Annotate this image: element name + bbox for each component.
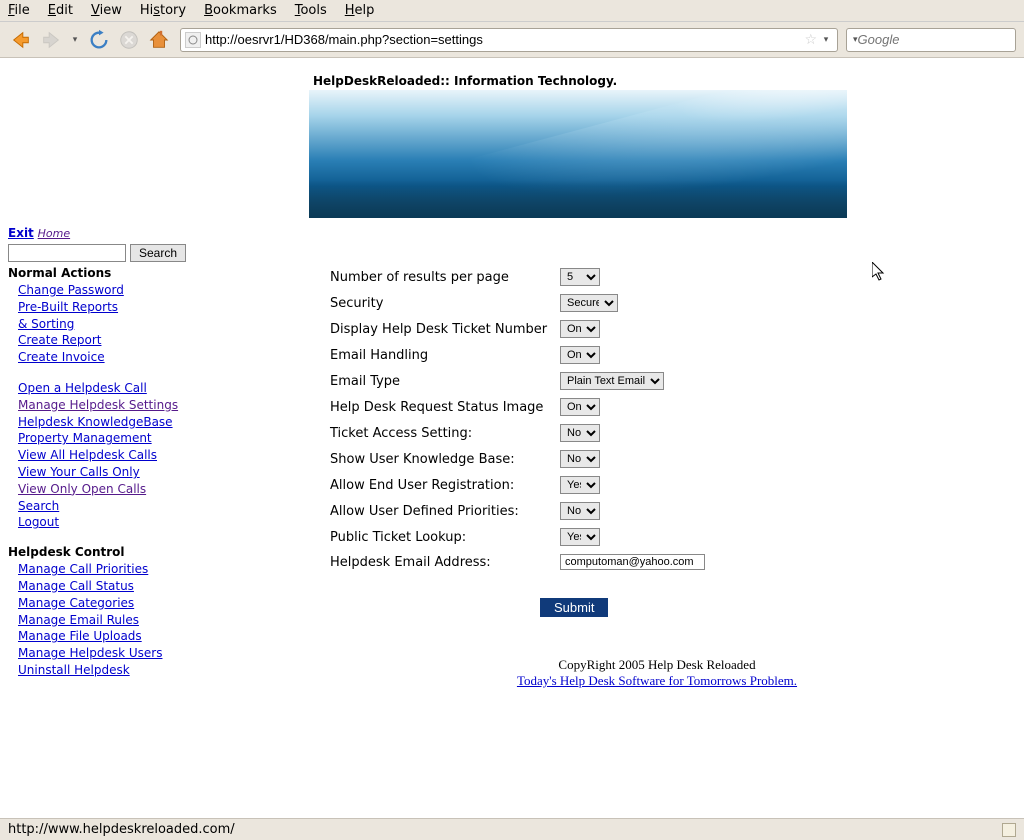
settings-row: Public Ticket Lookup:Yes: [330, 528, 984, 546]
setting-label: Show User Knowledge Base:: [330, 452, 560, 467]
sidebar-link[interactable]: Manage Email Rules: [18, 612, 192, 629]
menu-bookmarks[interactable]: Bookmarks: [204, 3, 277, 18]
section-helpdesk-control: Helpdesk Control: [8, 545, 192, 559]
menu-edit[interactable]: Edit: [48, 3, 73, 18]
sidebar-link[interactable]: Property Management: [18, 430, 192, 447]
sidebar-link[interactable]: Pre-Built Reports: [18, 299, 192, 316]
stop-button[interactable]: [116, 27, 142, 53]
setting-label: Help Desk Request Status Image: [330, 400, 560, 415]
setting-select[interactable]: Secure: [560, 294, 618, 312]
settings-row: Display Help Desk Ticket NumberOn: [330, 320, 984, 338]
banner-image: [309, 90, 847, 218]
setting-select[interactable]: Yes: [560, 528, 600, 546]
menu-history[interactable]: History: [140, 3, 186, 18]
setting-select[interactable]: Yes: [560, 476, 600, 494]
setting-select[interactable]: 5: [560, 268, 600, 286]
sidebar-search-input[interactable]: [8, 244, 126, 262]
sidebar-link[interactable]: & Sorting: [18, 316, 192, 333]
settings-row: Email TypePlain Text Email: [330, 372, 984, 390]
browser-search-input[interactable]: [858, 32, 1024, 47]
status-bar: http://www.helpdeskreloaded.com/: [0, 818, 1024, 840]
setting-label: Number of results per page: [330, 270, 560, 285]
sidebar-link[interactable]: Helpdesk KnowledgeBase: [18, 414, 192, 431]
settings-row: SecuritySecure: [330, 294, 984, 312]
url-bar[interactable]: ☆ ▾: [180, 28, 838, 52]
sidebar-link[interactable]: Uninstall Helpdesk: [18, 662, 192, 679]
setting-label: Ticket Access Setting:: [330, 426, 560, 441]
sidebar-link[interactable]: Open a Helpdesk Call: [18, 380, 192, 397]
sidebar-search-button[interactable]: [130, 244, 186, 262]
copyright-text: CopyRight 2005 Help Desk Reloaded: [330, 657, 984, 673]
setting-label: Public Ticket Lookup:: [330, 530, 560, 545]
setting-select[interactable]: On: [560, 346, 600, 364]
sidebar-link[interactable]: Manage Call Status: [18, 578, 192, 595]
menu-view[interactable]: View: [91, 3, 122, 18]
sidebar-link[interactable]: View Your Calls Only: [18, 464, 192, 481]
settings-row: Allow User Defined Priorities:No: [330, 502, 984, 520]
menu-help[interactable]: Help: [345, 3, 375, 18]
setting-label: Email Handling: [330, 348, 560, 363]
settings-row: Helpdesk Email Address:: [330, 554, 984, 570]
main-content: Number of results per page5SecuritySecur…: [200, 218, 1024, 818]
sidebar-link[interactable]: Logout: [18, 514, 192, 531]
forward-button[interactable]: [38, 27, 64, 53]
browser-search-box[interactable]: ▾: [846, 28, 1016, 52]
sidebar-link[interactable]: Create Invoice: [18, 349, 192, 366]
status-text: http://www.helpdeskreloaded.com/: [8, 822, 235, 837]
setting-label: Email Type: [330, 374, 560, 389]
setting-text-input[interactable]: [560, 554, 705, 570]
bookmark-star-icon[interactable]: ☆: [804, 32, 817, 48]
sidebar-link[interactable]: View Only Open Calls: [18, 481, 192, 498]
setting-select[interactable]: Plain Text Email: [560, 372, 664, 390]
home-link[interactable]: Home: [38, 227, 70, 240]
nav-history-dropdown[interactable]: ▾: [68, 27, 82, 53]
notepad-icon[interactable]: [1002, 823, 1016, 837]
setting-select[interactable]: On: [560, 320, 600, 338]
browser-menubar: File Edit View History Bookmarks Tools H…: [0, 0, 1024, 22]
back-button[interactable]: [8, 27, 34, 53]
setting-select[interactable]: On: [560, 398, 600, 416]
menu-file[interactable]: File: [8, 3, 30, 18]
settings-row: Allow End User Registration:Yes: [330, 476, 984, 494]
browser-toolbar: ▾ ☆ ▾ ▾: [0, 22, 1024, 58]
exit-link[interactable]: Exit: [8, 226, 34, 240]
setting-label: Allow User Defined Priorities:: [330, 504, 560, 519]
sidebar-link[interactable]: Manage File Uploads: [18, 628, 192, 645]
sidebar-link[interactable]: Manage Helpdesk Settings: [18, 397, 192, 414]
reload-button[interactable]: [86, 27, 112, 53]
settings-row: Ticket Access Setting:No: [330, 424, 984, 442]
sidebar-link[interactable]: Manage Helpdesk Users: [18, 645, 192, 662]
url-input[interactable]: [205, 32, 802, 47]
setting-label: Allow End User Registration:: [330, 478, 560, 493]
settings-row: Help Desk Request Status ImageOn: [330, 398, 984, 416]
setting-label: Helpdesk Email Address:: [330, 555, 560, 570]
home-button[interactable]: [146, 27, 172, 53]
settings-row: Show User Knowledge Base:No: [330, 450, 984, 468]
setting-select[interactable]: No: [560, 424, 600, 442]
sidebar-link[interactable]: Search: [18, 498, 192, 515]
sidebar-link[interactable]: Create Report: [18, 332, 192, 349]
setting-label: Display Help Desk Ticket Number: [330, 322, 560, 337]
sidebar-link[interactable]: Change Password: [18, 282, 192, 299]
setting-select[interactable]: No: [560, 502, 600, 520]
menu-tools[interactable]: Tools: [295, 3, 327, 18]
sidebar-link[interactable]: Manage Categories: [18, 595, 192, 612]
setting-select[interactable]: No: [560, 450, 600, 468]
banner-title: HelpDeskReloaded:: Information Technolog…: [309, 70, 1024, 90]
url-history-dropdown[interactable]: ▾: [819, 27, 833, 53]
site-identity-icon[interactable]: [185, 32, 201, 48]
section-normal-actions: Normal Actions: [8, 266, 192, 280]
settings-row: Email HandlingOn: [330, 346, 984, 364]
settings-row: Number of results per page5: [330, 268, 984, 286]
sidebar-link[interactable]: Manage Call Priorities: [18, 561, 192, 578]
submit-button[interactable]: Submit: [540, 598, 608, 617]
sidebar: Exit Home Normal Actions Change Password…: [0, 218, 200, 818]
sidebar-link[interactable]: View All Helpdesk Calls: [18, 447, 192, 464]
settings-form: Number of results per page5SecuritySecur…: [330, 268, 984, 570]
footer-tagline-link[interactable]: Today's Help Desk Software for Tomorrows…: [517, 673, 797, 688]
setting-label: Security: [330, 296, 560, 311]
